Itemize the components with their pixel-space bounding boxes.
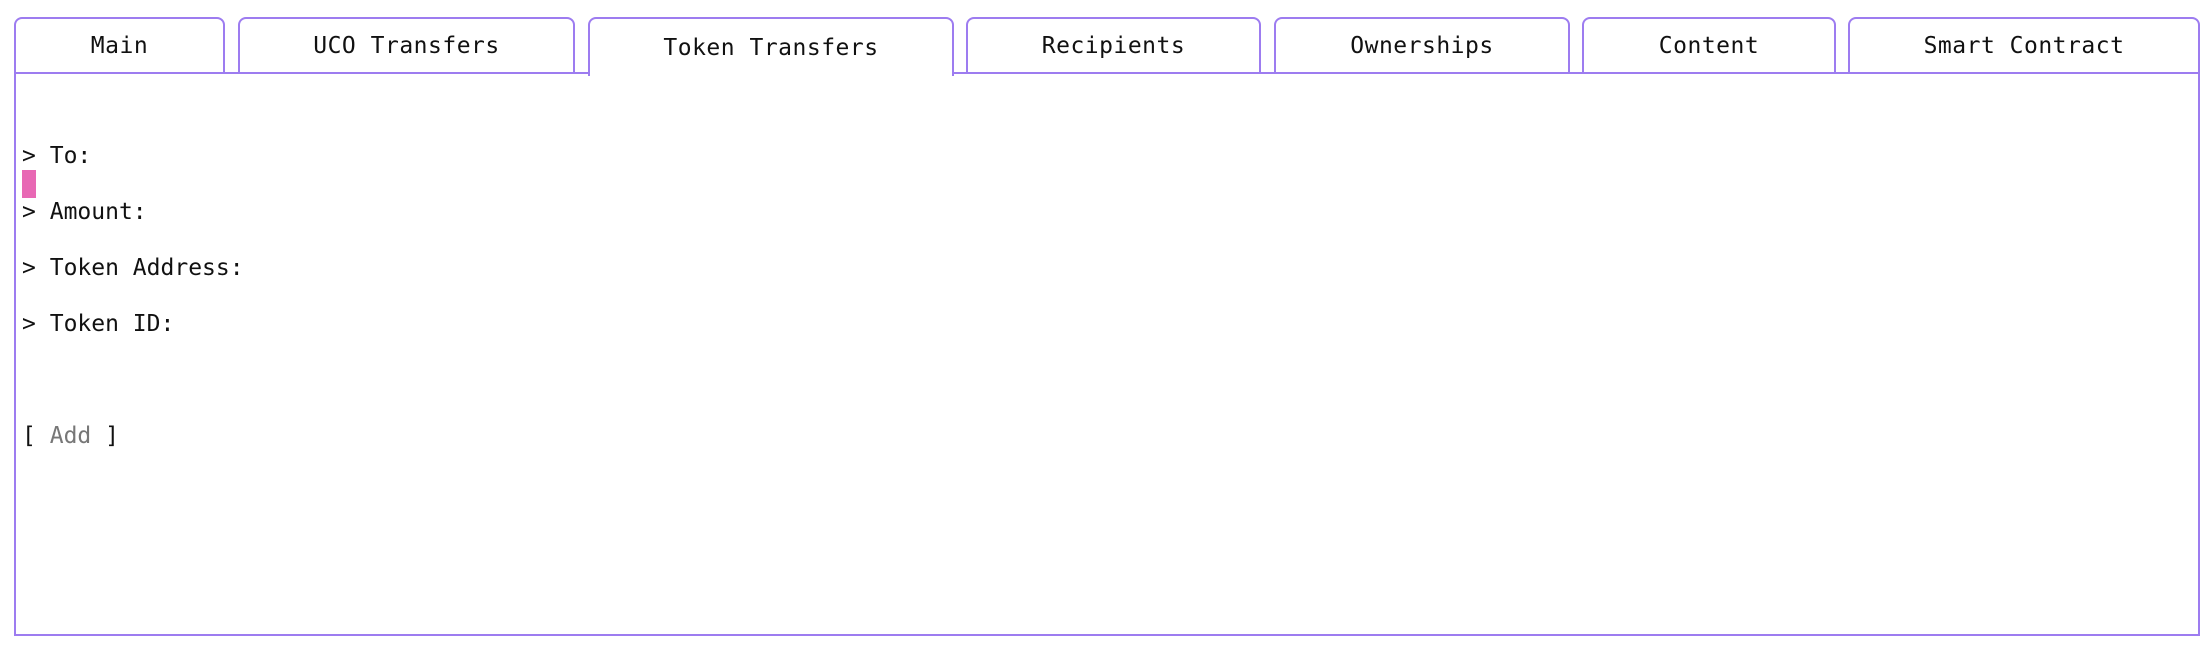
amount-label: Amount: <box>49 199 147 225</box>
token-transfers-panel <box>14 72 2200 636</box>
amount-field[interactable]: > Amount: <box>22 198 147 226</box>
tab-main[interactable]: Main <box>14 17 225 73</box>
token-id-field[interactable]: > Token ID: <box>22 310 174 338</box>
tab-ownerships[interactable]: Ownerships <box>1274 17 1570 73</box>
tab-label: Main <box>90 33 149 59</box>
tab-recipients[interactable]: Recipients <box>966 17 1261 73</box>
token-address-label: Token Address: <box>49 255 244 281</box>
prompt-marker: > <box>22 255 36 281</box>
tab-label: Smart Contract <box>1923 33 2125 59</box>
to-label: To: <box>49 143 92 169</box>
to-field[interactable]: > To: <box>22 142 91 170</box>
token-id-label: Token ID: <box>49 311 175 337</box>
prompt-marker: > <box>22 199 36 225</box>
tab-label: Recipients <box>1041 33 1186 59</box>
tab-label: Token Transfers <box>663 34 879 61</box>
tab-content[interactable]: Content <box>1582 17 1836 73</box>
tab-label: Content <box>1658 33 1760 59</box>
tab-uco-transfers[interactable]: UCO Transfers <box>238 17 575 73</box>
tab-smart-contract[interactable]: Smart Contract <box>1848 17 2200 73</box>
prompt-marker: > <box>22 143 36 169</box>
text-cursor <box>22 170 36 198</box>
prompt-marker: > <box>22 311 36 337</box>
token-address-field[interactable]: > Token Address: <box>22 254 244 282</box>
tab-token-transfers[interactable]: Token Transfers <box>588 17 954 76</box>
bracket-close: ] <box>105 423 119 449</box>
add-button[interactable]: [ Add ] <box>22 422 119 450</box>
tab-label: UCO Transfers <box>313 33 500 59</box>
add-button-label[interactable]: Add <box>50 423 92 449</box>
tab-label: Ownerships <box>1350 33 1494 59</box>
bracket-open: [ <box>22 423 36 449</box>
